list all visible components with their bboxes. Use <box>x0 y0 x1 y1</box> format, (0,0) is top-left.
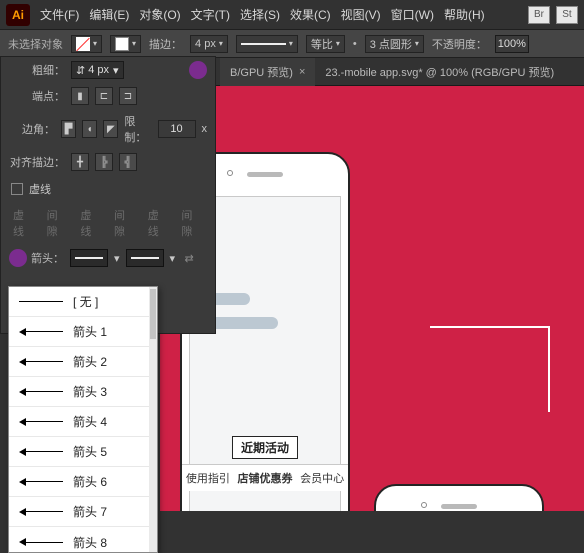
align-inside-button[interactable]: ╠ <box>95 153 113 171</box>
stock-badge[interactable]: St <box>556 6 578 24</box>
cap-round-button[interactable]: ⊏ <box>95 87 113 105</box>
arrowhead-option-label: 箭头 1 <box>73 323 107 340</box>
stroke-style-select[interactable]: ▾ <box>236 35 298 53</box>
arrowhead-option[interactable]: 箭头 1 <box>9 317 157 347</box>
selection-status: 未选择对象 <box>8 36 63 52</box>
arrowhead-option[interactable]: 箭头 5 <box>9 437 157 467</box>
checkbox-icon[interactable] <box>11 183 23 195</box>
stroke-width-select[interactable]: 4 px▾ <box>190 35 228 53</box>
workspace: 近期活动 使用指引 店铺优惠券 会员中心 粗细： ⇵4 px▾ 端点： ▮ ⊏ … <box>0 86 584 511</box>
arrowhead-option-label: 箭头 3 <box>73 383 107 400</box>
selection-corner-icon <box>430 326 550 412</box>
camera-icon <box>227 170 233 176</box>
fill-swatch[interactable]: ▾ <box>71 35 102 53</box>
tab-title: 23.-mobile app.svg* @ 100% (RGB/GPU 预览) <box>325 64 554 80</box>
tab-active[interactable]: B/GPU 预览) × <box>220 58 315 86</box>
arrowhead-option-label: 箭头 2 <box>73 353 107 370</box>
arrowhead-option[interactable]: 箭头 8 <box>9 527 157 552</box>
arrowhead-dropdown: [ 无 ] 箭头 1 箭头 2 箭头 3 箭头 4 箭头 5 箭头 6 箭头 7 箭头 8 <box>8 286 158 553</box>
arrowhead-option-label: 箭头 6 <box>73 473 107 490</box>
arrowhead-option-label: [ 无 ] <box>73 293 98 310</box>
menu-help[interactable]: 帮助(H) <box>444 6 485 23</box>
menu-type[interactable]: 文字(T) <box>191 6 230 23</box>
stroke-swatch[interactable]: ▾ <box>110 35 141 53</box>
corner-bevel-button[interactable]: ◤ <box>103 120 118 138</box>
menu-select[interactable]: 选择(S) <box>240 6 280 23</box>
scrollbar-thumb[interactable] <box>150 289 156 339</box>
swap-icon[interactable]: ⇄ <box>181 250 197 266</box>
weight-label: 粗细： <box>9 62 65 78</box>
app-logo-icon: Ai <box>6 4 30 26</box>
arrowhead-option-label: 箭头 5 <box>73 443 107 460</box>
dash-inputs-row: 虚线间隙 虚线间隙 虚线间隙 <box>1 203 215 243</box>
weight-select[interactable]: ⇵4 px▾ <box>71 61 124 79</box>
stroke-label: 描边： <box>149 36 182 52</box>
close-icon[interactable]: × <box>299 66 305 78</box>
bridge-badge[interactable]: Br <box>528 6 550 24</box>
dashed-label: 虚线 <box>29 181 51 197</box>
recent-activity-badge: 近期活动 <box>232 436 298 459</box>
arrow-start-select[interactable] <box>70 249 108 267</box>
align-outside-button[interactable]: ╣ <box>119 153 137 171</box>
highlight-dot-icon <box>189 61 207 79</box>
arrowhead-option-label: 箭头 4 <box>73 413 107 430</box>
align-label: 对齐描边： <box>9 154 65 170</box>
tab-title: B/GPU 预览) <box>230 64 293 80</box>
menu-edit[interactable]: 编辑(E) <box>89 6 129 23</box>
arrowhead-option[interactable]: 箭头 7 <box>9 497 157 527</box>
dashed-checkbox-row[interactable]: 虚线 <box>1 175 215 203</box>
shape-select[interactable]: 3 点圆形▾ <box>365 35 424 53</box>
corner-round-button[interactable]: ◖ <box>82 120 97 138</box>
camera-icon <box>421 502 427 508</box>
cap-label: 端点： <box>9 88 65 104</box>
arrowhead-option[interactable]: 箭头 4 <box>9 407 157 437</box>
align-center-button[interactable]: ╋ <box>71 153 89 171</box>
canvas[interactable]: 近期活动 使用指引 店铺优惠券 会员中心 <box>160 86 584 511</box>
limit-input[interactable] <box>158 120 196 138</box>
arrowheads-label: 箭头： <box>31 250 64 266</box>
menu-object[interactable]: 对象(O) <box>139 6 180 23</box>
opacity-label: 不透明度： <box>432 36 487 52</box>
corner-miter-button[interactable]: ▛ <box>61 120 76 138</box>
corner-label: 边角： <box>9 121 55 137</box>
phone-mockup-2 <box>374 484 544 511</box>
cap-project-button[interactable]: ⊐ <box>119 87 137 105</box>
app-menu-bar: Ai 文件(F) 编辑(E) 对象(O) 文字(T) 选择(S) 效果(C) 视… <box>0 0 584 30</box>
menu-file[interactable]: 文件(F) <box>40 6 79 23</box>
limit-unit: x <box>202 123 208 135</box>
link-coupon: 店铺优惠券 <box>237 470 292 486</box>
menu-view[interactable]: 视图(V) <box>341 6 381 23</box>
arrowhead-option-label: 箭头 8 <box>73 534 107 551</box>
dropdown-scrollbar[interactable] <box>149 287 157 552</box>
arrowhead-option-label: 箭头 7 <box>73 503 107 520</box>
arrowhead-option[interactable]: 箭头 6 <box>9 467 157 497</box>
cap-butt-button[interactable]: ▮ <box>71 87 89 105</box>
speaker-icon <box>441 504 477 509</box>
menu-window[interactable]: 窗口(W) <box>391 6 434 23</box>
bottom-links: 使用指引 店铺优惠券 会员中心 <box>182 464 348 491</box>
tab-inactive[interactable]: 23.-mobile app.svg* @ 100% (RGB/GPU 预览) <box>315 58 564 86</box>
opacity-input[interactable] <box>495 35 529 53</box>
arrowhead-option[interactable]: [ 无 ] <box>9 287 157 317</box>
arrow-end-select[interactable] <box>126 249 164 267</box>
arrowhead-option[interactable]: 箭头 3 <box>9 377 157 407</box>
control-bar: 未选择对象 ▾ ▾ 描边： 4 px▾ ▾ 等比▾ • 3 点圆形▾ 不透明度： <box>0 30 584 58</box>
speaker-icon <box>247 172 283 177</box>
link-member: 会员中心 <box>300 470 344 486</box>
menu-effect[interactable]: 效果(C) <box>290 6 331 23</box>
arrowhead-option[interactable]: 箭头 2 <box>9 347 157 377</box>
limit-label: 限制： <box>124 113 151 145</box>
ratio-select[interactable]: 等比▾ <box>306 35 345 53</box>
link-guide: 使用指引 <box>186 470 230 486</box>
highlight-dot-icon <box>9 249 27 267</box>
